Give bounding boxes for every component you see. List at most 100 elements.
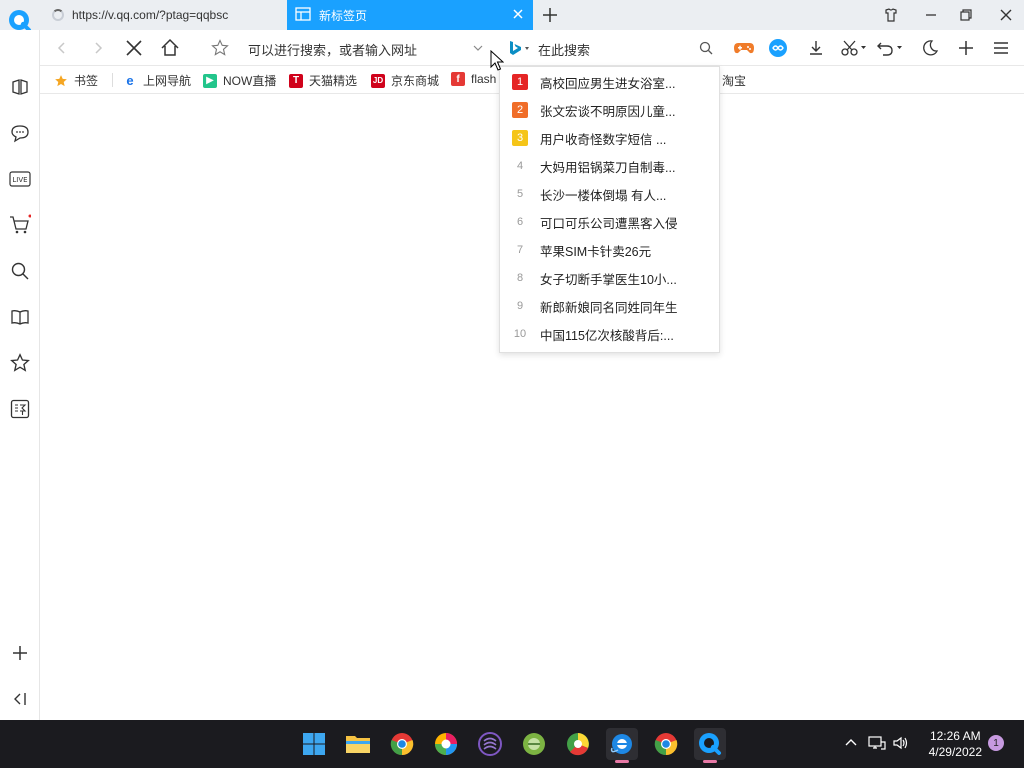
chat-icon[interactable] — [9, 122, 31, 144]
chrome-icon[interactable] — [386, 728, 418, 760]
hot-search-text: 苹果SIM卡针卖26元 — [540, 244, 652, 259]
tab-new-tab[interactable]: 新标签页 — [287, 0, 533, 30]
hot-search-item[interactable]: 5 长沙一楼体倒塌 有人... — [500, 180, 720, 208]
file-explorer-icon[interactable] — [342, 728, 374, 760]
hot-search-item[interactable]: 7 苹果SIM卡针卖26元 — [500, 236, 720, 264]
notification-badge[interactable]: 1 — [988, 735, 1004, 751]
close-window-button[interactable] — [996, 5, 1016, 25]
bookmark-item[interactable]: T 天猫精选 — [289, 72, 357, 89]
app-colorful-icon[interactable] — [562, 728, 594, 760]
hot-search-text: 大妈用铝锅菜刀自制毒... — [540, 160, 676, 175]
clock-date: 4/29/2022 — [928, 745, 982, 759]
new-tab-button[interactable] — [540, 5, 560, 28]
hot-search-text: 可口可乐公司遭黑客入侵 — [540, 216, 678, 231]
divider — [112, 73, 113, 87]
browser-swirl-icon[interactable] — [430, 728, 462, 760]
apps-icon[interactable] — [9, 76, 31, 98]
rank-number: 4 — [516, 160, 524, 172]
bookmark-item[interactable]: JD 京东商城 — [371, 72, 439, 89]
rank-badge: 3 — [512, 130, 528, 146]
rank-badge: 2 — [512, 102, 528, 118]
hot-search-text: 长沙一楼体倒塌 有人... — [540, 188, 667, 203]
hot-search-item[interactable]: 6 可口可乐公司遭黑客入侵 — [500, 208, 720, 236]
taskbar: 12:26 AM 4/29/2022 1 — [0, 720, 1024, 768]
hot-search-text: 高校回应男生进女浴室... — [540, 76, 676, 91]
start-button[interactable] — [298, 728, 330, 760]
rank-number: 5 — [516, 188, 524, 200]
address-input[interactable]: 可以进行搜索，或者输入网址 — [248, 40, 417, 59]
add-icon[interactable] — [9, 642, 31, 664]
dark-mode-icon[interactable] — [920, 38, 940, 58]
skin-icon[interactable] — [881, 5, 901, 25]
app-purple-icon[interactable] — [474, 728, 506, 760]
search-icon[interactable] — [696, 38, 716, 58]
rank-badge: 1 — [512, 74, 528, 90]
screenshot-cut-icon[interactable] — [840, 38, 868, 58]
restore-button[interactable] — [956, 5, 976, 25]
qq-browser-taskbar-icon[interactable] — [694, 728, 726, 763]
back-icon[interactable] — [52, 38, 72, 58]
chrome-icon[interactable] — [650, 728, 682, 760]
network-icon[interactable] — [868, 734, 886, 752]
stop-loading-icon[interactable] — [124, 38, 144, 58]
extension-icon[interactable] — [768, 38, 788, 58]
bookmark-item[interactable]: 淘宝 — [722, 72, 746, 89]
hot-search-item[interactable]: 10 中国115亿次核酸背后:... — [500, 320, 720, 348]
search-icon[interactable] — [9, 260, 31, 282]
undo-icon[interactable] — [876, 38, 904, 58]
running-indicator — [703, 760, 717, 763]
bookmark-star-icon[interactable] — [210, 38, 230, 58]
jd-icon: JD — [371, 73, 385, 88]
forward-icon[interactable] — [88, 38, 108, 58]
hot-search-item[interactable]: 4 大妈用铝锅菜刀自制毒... — [500, 152, 720, 180]
bing-icon[interactable] — [506, 38, 532, 58]
hot-search-item[interactable]: 3 用户收奇怪数字短信 ... — [500, 124, 720, 152]
hot-search-text: 张文宏谈不明原因儿童... — [540, 104, 676, 119]
bookmark-item[interactable]: 书签 — [54, 72, 98, 89]
translate-icon[interactable] — [9, 398, 31, 420]
download-icon[interactable] — [806, 38, 826, 58]
favorite-icon[interactable] — [9, 352, 31, 374]
hot-search-item[interactable]: 1 高校回应男生进女浴室... — [500, 68, 720, 96]
book-icon[interactable] — [9, 306, 31, 328]
game-icon[interactable] — [732, 38, 756, 58]
bookmark-label: 天猫精选 — [309, 74, 358, 88]
bookmark-label: 京东商城 — [391, 74, 440, 88]
rank-number: 10 — [513, 328, 527, 340]
running-indicator — [615, 760, 629, 763]
tmall-icon: T — [289, 73, 303, 88]
clock-time: 12:26 AM — [929, 729, 981, 743]
close-tab-icon[interactable] — [511, 7, 525, 24]
add-icon[interactable] — [956, 38, 976, 58]
chevron-up-icon[interactable] — [842, 734, 860, 752]
svg-text:LIVE: LIVE — [12, 176, 27, 184]
home-icon[interactable] — [160, 38, 180, 58]
tab-strip: https://v.qq.com/?ptag=qqbsc 新标签页 — [0, 0, 1024, 32]
cart-icon[interactable] — [9, 214, 31, 236]
rank-number: 9 — [516, 300, 524, 312]
app-green-icon[interactable] — [518, 728, 550, 760]
bookmark-label: NOW直播 — [223, 74, 277, 88]
star-icon — [54, 74, 68, 88]
rank-number: 7 — [516, 244, 524, 256]
collapse-icon[interactable] — [9, 688, 31, 710]
live-icon[interactable]: LIVE — [9, 168, 31, 190]
bookmark-item[interactable]: e 上网导航 — [123, 72, 191, 89]
hot-search-item[interactable]: 9 新郎新娘同名同姓同年生 — [500, 292, 720, 320]
menu-icon[interactable] — [991, 38, 1011, 58]
hot-search-item[interactable]: 2 张文宏谈不明原因儿童... — [500, 96, 720, 124]
flash-icon: f — [451, 72, 465, 86]
address-dropdown-icon[interactable] — [468, 38, 488, 58]
navigation-toolbar: 可以进行搜索，或者输入网址 在此搜索 — [40, 30, 1024, 66]
tab-v-qq[interactable]: https://v.qq.com/?ptag=qqbsc — [40, 0, 286, 30]
hot-search-item[interactable]: 8 女子切断手掌医生10小... — [500, 264, 720, 292]
rank-number: 8 — [516, 272, 524, 284]
system-clock[interactable]: 12:26 AM 4/29/2022 — [929, 728, 982, 760]
hot-search-text: 女子切断手掌医生10小... — [540, 272, 677, 287]
minimize-button[interactable] — [921, 5, 941, 25]
bookmark-label: 上网导航 — [143, 74, 192, 88]
volume-icon[interactable] — [892, 734, 910, 752]
bookmark-item[interactable]: ▶ NOW直播 — [203, 72, 276, 89]
search-input[interactable]: 在此搜索 — [538, 40, 590, 59]
ie-browser-icon[interactable] — [606, 728, 638, 763]
